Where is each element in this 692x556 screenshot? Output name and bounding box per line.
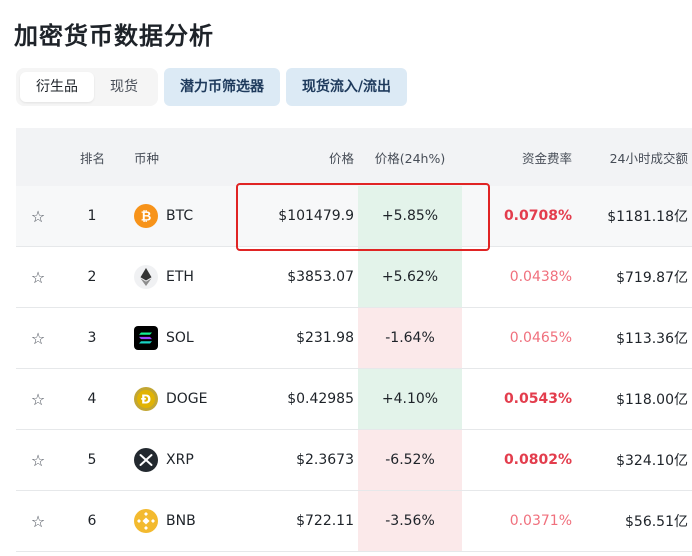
funding-rate: 0.0438%: [509, 269, 572, 285]
star-icon[interactable]: ☆: [26, 186, 50, 246]
table-row[interactable]: ☆ 3 SOL $231.98 -1.64% 0.0465% $113.36亿: [16, 308, 692, 369]
price: $0.42985: [287, 391, 354, 407]
star-icon[interactable]: ☆: [26, 491, 50, 551]
star-icon[interactable]: ☆: [26, 430, 50, 490]
coin-cell[interactable]: XRP: [134, 430, 194, 490]
price-change: +4.10%: [381, 391, 439, 407]
header-volume[interactable]: 24小时成交额: [576, 128, 688, 186]
screener-button[interactable]: 潜力币筛选器: [164, 68, 280, 106]
header-coin[interactable]: 币种: [134, 128, 159, 186]
dogecoin-icon: Ð: [134, 387, 158, 411]
coin-cell[interactable]: SOL: [134, 308, 194, 368]
coin-symbol: DOGE: [166, 391, 208, 407]
rank: 5: [87, 452, 97, 468]
ethereum-icon: [134, 265, 158, 289]
rank: 1: [87, 208, 97, 224]
tab-spot[interactable]: 现货: [94, 72, 154, 102]
star-icon[interactable]: ☆: [26, 308, 50, 368]
coin-symbol: SOL: [166, 330, 194, 346]
bnb-icon: [134, 509, 158, 533]
coin-symbol: BNB: [166, 513, 196, 529]
price-change: -1.64%: [385, 330, 435, 346]
coin-symbol: ETH: [166, 269, 194, 285]
volume: $113.36亿: [616, 331, 688, 347]
header-funding-rate[interactable]: 资金费率: [476, 128, 572, 186]
xrp-icon: [134, 448, 158, 472]
price-change: +5.62%: [381, 269, 439, 285]
bitcoin-icon: ₿: [134, 204, 158, 228]
rank: 4: [87, 391, 97, 407]
star-icon[interactable]: ☆: [26, 369, 50, 429]
table-row[interactable]: ☆ 6 BNB $722.11 -3.56% 0.0371% $56.51亿: [16, 491, 692, 552]
svg-text:₿: ₿: [141, 210, 152, 225]
rank: 2: [87, 269, 97, 285]
market-table: 排名 币种 价格 价格(24h%) 资金费率 24小时成交额 ☆ 1 ₿ BTC $10…: [16, 128, 692, 556]
tab-derivatives[interactable]: 衍生品: [20, 72, 94, 102]
price: $2.3673: [296, 452, 354, 468]
rank: 6: [87, 513, 97, 529]
coin-cell[interactable]: ETH: [134, 247, 194, 307]
coin-cell[interactable]: BNB: [134, 491, 196, 551]
funding-rate: 0.0543%: [503, 391, 572, 407]
table-header: 排名 币种 价格 价格(24h%) 资金费率 24小时成交额: [16, 128, 692, 186]
header-rank[interactable]: 排名: [80, 128, 105, 186]
coin-cell[interactable]: ₿ BTC: [134, 186, 193, 246]
table-row[interactable]: ☆ 5 XRP $2.3673 -6.52% 0.0802% $324.10亿: [16, 430, 692, 491]
svg-text:Ð: Ð: [141, 393, 151, 407]
volume: $719.87亿: [616, 270, 688, 286]
volume: $1181.18亿: [607, 209, 688, 225]
funding-rate: 0.0802%: [503, 452, 572, 468]
funding-rate: 0.0371%: [509, 513, 572, 529]
price: $722.11: [296, 513, 354, 529]
coin-symbol: BTC: [166, 208, 194, 224]
price: $101479.9: [278, 208, 354, 224]
solana-icon: [134, 326, 158, 350]
volume: $56.51亿: [625, 514, 688, 530]
table-row[interactable]: ☆ 1 ₿ BTC $101479.9 +5.85% 0.0708% $1181.18亿: [16, 186, 692, 247]
page-title: 加密货币数据分析: [14, 22, 214, 50]
price-change: -6.52%: [385, 452, 435, 468]
price-change: -3.56%: [385, 513, 435, 529]
spot-flow-button[interactable]: 现货流入/流出: [286, 68, 407, 106]
star-icon[interactable]: ☆: [26, 247, 50, 307]
header-price[interactable]: 价格: [246, 128, 354, 186]
coin-symbol: XRP: [166, 452, 194, 468]
volume: $118.00亿: [616, 392, 688, 408]
header-change[interactable]: 价格(24h%): [358, 128, 462, 186]
table-row[interactable]: ☆ 4 Ð DOGE $0.42985 +4.10% 0.0543% $118.00亿: [16, 369, 692, 430]
coin-cell[interactable]: Ð DOGE: [134, 369, 208, 429]
volume: $324.10亿: [616, 453, 688, 469]
price: $231.98: [296, 330, 354, 346]
price: $3853.07: [287, 269, 354, 285]
price-change: +5.85%: [381, 208, 439, 224]
table-row[interactable]: ☆ 2 ETH $3853.07 +5.62% 0.0438% $719.87亿: [16, 247, 692, 308]
market-type-toggle: 衍生品 现货: [16, 68, 158, 106]
funding-rate: 0.0465%: [509, 330, 572, 346]
rank: 3: [87, 330, 97, 346]
funding-rate: 0.0708%: [503, 208, 572, 224]
